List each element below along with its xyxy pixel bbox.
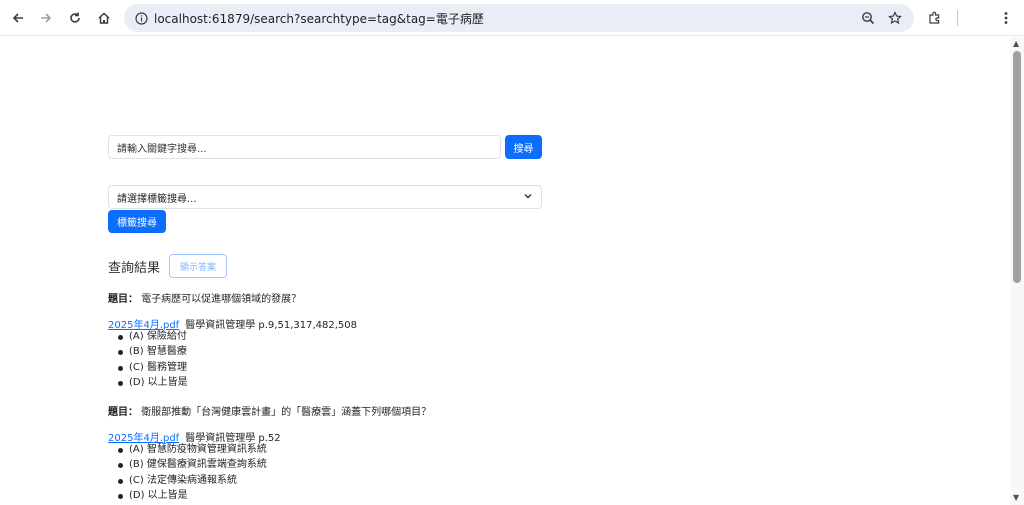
toolbar-divider bbox=[957, 10, 958, 26]
tag-search-button[interactable]: 標籤搜尋 bbox=[108, 210, 166, 233]
extensions-icon[interactable] bbox=[923, 6, 947, 30]
reload-icon[interactable] bbox=[63, 6, 87, 30]
question-prefix: 題目： bbox=[108, 407, 138, 418]
options-list: (A) 保險給付 (B) 智慧醫療 (C) 醫務管理 (D) 以上皆是 bbox=[118, 329, 188, 390]
question-item: 題目： 衛服部推動「台灣健康雲計畫」的「醫療雲」涵蓋下列哪個項目？ bbox=[108, 403, 431, 418]
url-text[interactable]: localhost:61879/search?searchtype=tag&ta… bbox=[154, 10, 484, 27]
option-item: (A) 保險給付 bbox=[118, 329, 188, 344]
option-item: (B) 健保醫療資訊雲端查詢系統 bbox=[118, 457, 267, 472]
show-answer-button[interactable]: 顯示答案 bbox=[169, 254, 227, 278]
option-item: (D) 以上皆是 bbox=[118, 375, 188, 390]
option-item: (C) 法定傳染病通報系統 bbox=[118, 473, 267, 488]
search-input[interactable]: 請輸入關鍵字搜尋... bbox=[108, 135, 501, 159]
options-list: (A) 智慧防疫物資管理資訊系統 (B) 健保醫療資訊雲端查詢系統 (C) 法定… bbox=[118, 442, 267, 503]
address-bar[interactable]: localhost:61879/search?searchtype=tag&ta… bbox=[124, 4, 914, 32]
back-icon[interactable] bbox=[6, 6, 30, 30]
tag-select[interactable]: 請選擇標籤搜尋... bbox=[108, 185, 542, 209]
search-input-placeholder: 請輸入關鍵字搜尋... bbox=[117, 143, 207, 155]
question-item: 題目： 電子病歷可以促進哪個領域的發展？ bbox=[108, 290, 301, 305]
browser-toolbar: localhost:61879/search?searchtype=tag&ta… bbox=[0, 0, 1024, 36]
scroll-thumb[interactable] bbox=[1013, 51, 1021, 283]
site-info-icon[interactable] bbox=[132, 9, 150, 27]
option-item: (A) 智慧防疫物資管理資訊系統 bbox=[118, 442, 267, 457]
question-text: 電子病歷可以促進哪個領域的發展？ bbox=[141, 294, 302, 305]
forward-icon[interactable] bbox=[34, 6, 58, 30]
tag-select-value: 請選擇標籤搜尋... bbox=[117, 193, 197, 205]
zoom-icon[interactable] bbox=[859, 9, 877, 27]
home-icon[interactable] bbox=[92, 6, 116, 30]
page-scrollbar[interactable]: ▲ ▼ bbox=[1010, 37, 1024, 505]
search-button[interactable]: 搜尋 bbox=[505, 135, 542, 159]
option-item: (C) 醫務管理 bbox=[118, 360, 188, 375]
scroll-up-arrow-icon[interactable]: ▲ bbox=[1013, 39, 1019, 48]
source-reference: 醫學資訊管理學 p.9,51,317,482,508 bbox=[185, 320, 357, 331]
scroll-down-arrow-icon[interactable]: ▼ bbox=[1013, 493, 1019, 502]
bookmark-star-icon[interactable] bbox=[886, 9, 904, 27]
menu-kebab-icon[interactable] bbox=[994, 6, 1018, 30]
option-item: (B) 智慧醫療 bbox=[118, 344, 188, 359]
results-title: 查詢結果 bbox=[108, 261, 161, 276]
question-prefix: 題目： bbox=[108, 294, 138, 305]
option-item: (D) 以上皆是 bbox=[118, 488, 267, 503]
chevron-down-icon bbox=[523, 191, 533, 204]
question-text: 衛服部推動「台灣健康雲計畫」的「醫療雲」涵蓋下列哪個項目？ bbox=[141, 407, 432, 418]
